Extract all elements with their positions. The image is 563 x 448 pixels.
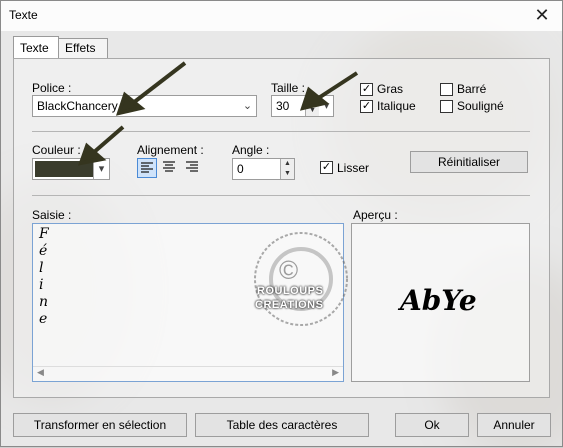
cancel-button[interactable]: Annuler <box>477 413 551 437</box>
character-map-button[interactable]: Table des caractères <box>195 413 369 437</box>
tab-texte[interactable]: Texte <box>13 36 59 58</box>
text-dialog: Texte ✕ Texte Effets Police : BlackChanc… <box>0 0 563 447</box>
ok-button[interactable]: Ok <box>395 413 469 437</box>
convert-to-selection-button[interactable]: Transformer en sélection <box>13 413 187 437</box>
tutorial-arrows <box>77 61 359 166</box>
tab-texte-label: Texte <box>20 41 49 55</box>
